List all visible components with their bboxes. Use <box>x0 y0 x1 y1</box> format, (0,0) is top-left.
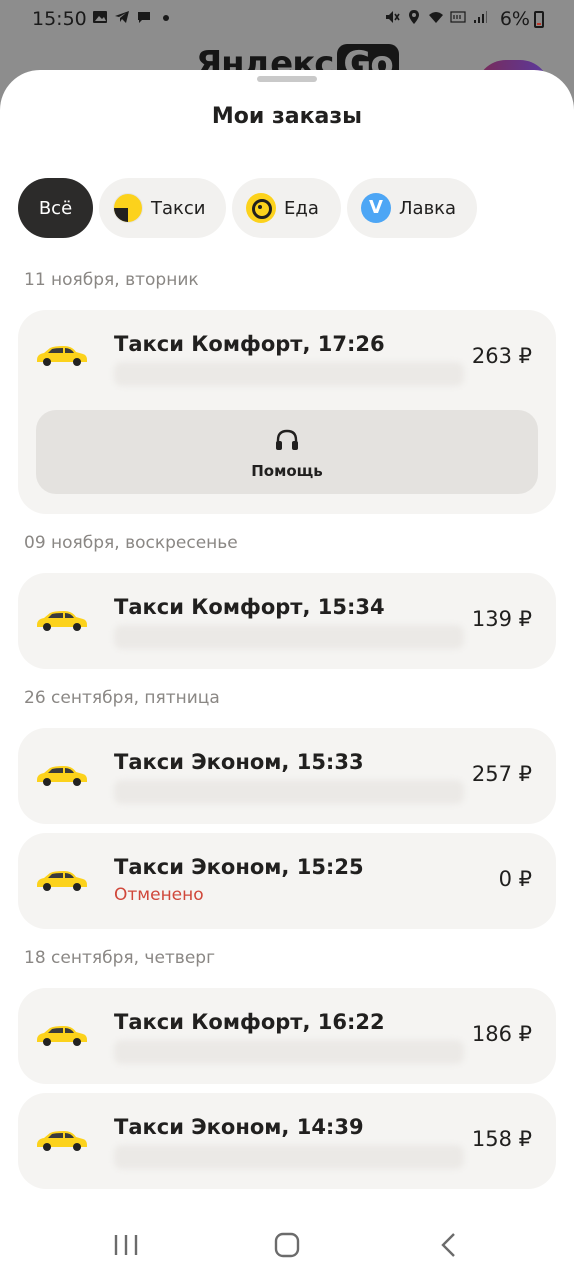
order-price: 186 ₽ <box>471 1022 532 1046</box>
order-route-blurred <box>114 362 464 386</box>
order-status-cancelled: Отменено <box>114 885 204 905</box>
home-icon[interactable] <box>267 1230 307 1260</box>
order-route-blurred <box>114 625 464 649</box>
filter-chip-lavka[interactable]: V Лавка <box>347 178 477 238</box>
taxi-car-icon <box>37 1131 87 1151</box>
page-title: Мои заказы <box>211 104 363 129</box>
dot-icon <box>163 15 169 21</box>
order-title: Такси Эконом, 15:25 <box>114 855 364 879</box>
system-nav-bar <box>0 1200 574 1280</box>
taxi-car-icon <box>37 871 87 891</box>
order-price: 0 ₽ <box>498 867 532 891</box>
chat-icon <box>138 12 150 23</box>
signal-icon <box>474 11 487 23</box>
order-price: 257 ₽ <box>471 762 532 786</box>
eda-icon <box>246 193 276 223</box>
battery-percent: 6% <box>499 8 530 30</box>
order-price: 139 ₽ <box>471 607 532 631</box>
order-title: Такси Комфорт, 16:22 <box>114 1010 385 1034</box>
order-card[interactable]: Такси Комфорт, 16:22 186 ₽ <box>18 988 556 1084</box>
filter-chip-label: Всё <box>38 197 73 219</box>
filter-chip-all[interactable]: Всё <box>18 178 93 238</box>
help-label: Помощь <box>251 462 323 480</box>
sheet-grabber[interactable] <box>257 76 317 82</box>
order-route-blurred <box>114 780 464 804</box>
filter-chip-label: Лавка <box>399 197 457 219</box>
order-card[interactable]: Такси Комфорт, 17:26 263 ₽ Помощь <box>18 310 556 514</box>
date-header: 18 сентября, четверг <box>24 948 216 968</box>
volte-icon <box>450 11 466 23</box>
status-bar: 15:50 6% <box>0 0 574 40</box>
filter-chip-eda[interactable]: Еда <box>232 178 341 238</box>
filter-chip-label: Еда <box>284 197 319 219</box>
order-route-blurred <box>114 1145 464 1169</box>
orders-sheet: Мои заказы Всё Такси Еда V Лавка 11 нояб… <box>0 70 574 1280</box>
order-card[interactable]: Такси Эконом, 15:33 257 ₽ <box>18 728 556 824</box>
battery-icon <box>534 11 544 28</box>
order-route-blurred <box>114 1040 464 1064</box>
taxi-car-icon <box>37 766 87 786</box>
taxi-car-icon <box>37 611 87 631</box>
help-button[interactable]: Помощь <box>36 410 538 494</box>
status-time: 15:50 <box>32 8 87 30</box>
filter-chip-taxi[interactable]: Такси <box>99 178 226 238</box>
filter-chip-label: Такси <box>151 197 206 219</box>
order-title: Такси Комфорт, 17:26 <box>114 332 385 356</box>
recent-apps-icon[interactable] <box>106 1230 146 1260</box>
wifi-icon <box>429 12 443 23</box>
taxi-car-icon <box>37 346 87 366</box>
gallery-icon <box>93 11 107 23</box>
order-title: Такси Комфорт, 15:34 <box>114 595 385 619</box>
order-card[interactable]: Такси Комфорт, 15:34 139 ₽ <box>18 573 556 669</box>
back-icon[interactable] <box>428 1230 468 1260</box>
lavka-icon: V <box>361 193 391 223</box>
mute-icon <box>386 11 400 23</box>
order-card[interactable]: Такси Эконом, 14:39 158 ₽ <box>18 1093 556 1189</box>
location-icon <box>409 10 419 24</box>
headset-icon <box>276 429 298 450</box>
order-title: Такси Эконом, 14:39 <box>114 1115 364 1139</box>
date-header: 26 сентября, пятница <box>24 688 220 708</box>
taxi-icon <box>113 193 143 223</box>
date-header: 11 ноября, вторник <box>24 270 199 290</box>
order-price: 263 ₽ <box>471 344 532 368</box>
order-card[interactable]: Такси Эконом, 15:25 Отменено 0 ₽ <box>18 833 556 929</box>
order-price: 158 ₽ <box>471 1127 532 1151</box>
telegram-icon <box>115 11 129 23</box>
taxi-car-icon <box>37 1026 87 1046</box>
order-title: Такси Эконом, 15:33 <box>114 750 364 774</box>
date-header: 09 ноября, воскресенье <box>24 533 238 553</box>
